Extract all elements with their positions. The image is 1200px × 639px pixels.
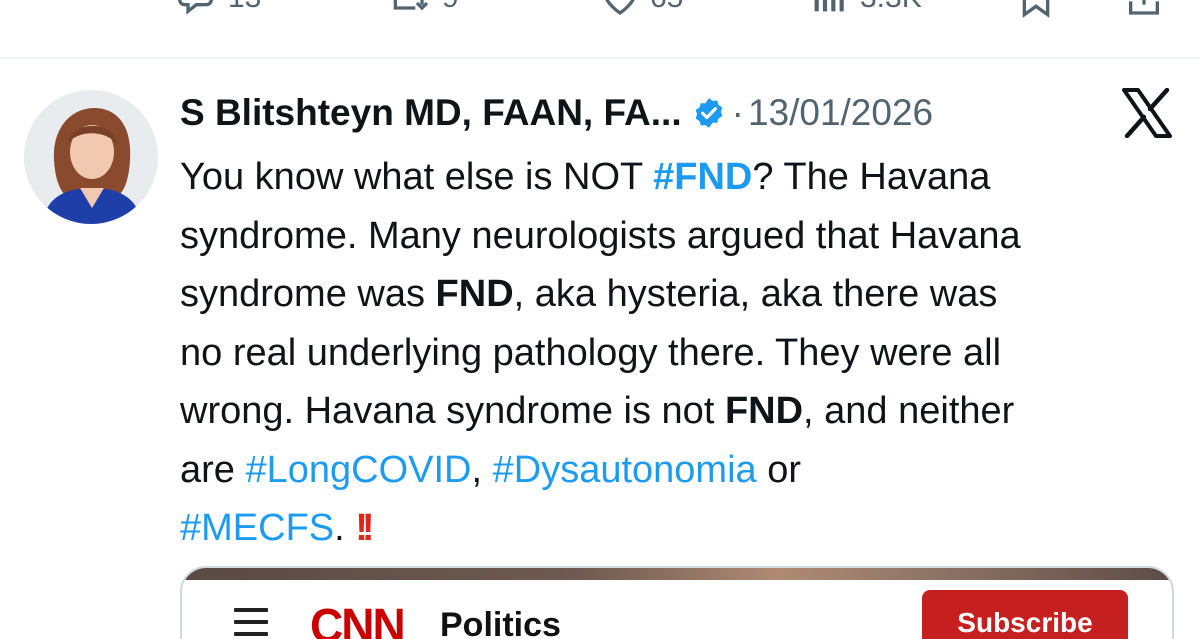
- tweet-header: S Blitshteyn MD, FAAN, FA... · 13/01/202…: [180, 88, 933, 138]
- cnn-logo: CNN: [310, 597, 406, 639]
- retweet-icon: [393, 0, 429, 11]
- bookmark-button[interactable]: [1016, 0, 1056, 18]
- avatar-portrait: [24, 90, 158, 224]
- like-button[interactable]: 65: [600, 0, 683, 18]
- author-name[interactable]: S Blitshteyn MD, FAAN, FA...: [180, 92, 682, 134]
- section-label: Politics: [440, 606, 561, 639]
- bold-text: FND: [724, 390, 804, 432]
- tweet-text-line: wrong. Havana syndrome is not FND, and n…: [180, 382, 1180, 441]
- reply-button[interactable]: 13: [178, 0, 261, 18]
- text-segment: .: [334, 507, 356, 549]
- reply-icon: [178, 0, 213, 15]
- hamburger-menu-icon[interactable]: [234, 608, 268, 636]
- double-exclamation-emoji: !!: [355, 507, 374, 549]
- retweet-button[interactable]: 9: [392, 0, 459, 18]
- verified-badge-icon: [695, 98, 722, 128]
- text-segment: , aka hysteria, aka there was: [513, 273, 998, 315]
- tweet-divider: [0, 57, 1200, 59]
- text-segment: or: [756, 448, 802, 491]
- hashtag-link[interactable]: #LongCOVID: [245, 449, 471, 491]
- views-button[interactable]: 3.3K: [810, 0, 922, 18]
- share-button[interactable]: [1124, 0, 1164, 18]
- author-avatar[interactable]: [24, 90, 158, 224]
- text-segment: ,: [471, 448, 493, 491]
- heart-icon: [605, 0, 635, 16]
- hashtag-link[interactable]: #MECFS: [180, 507, 334, 549]
- text-segment: , and neither: [803, 390, 1015, 432]
- hashtag-link[interactable]: #FND: [653, 156, 752, 198]
- text-segment: are: [180, 448, 246, 491]
- text-segment: syndrome was: [180, 273, 436, 315]
- tweet-text-line: are #LongCOVID, #Dysautonomia or: [180, 441, 1180, 500]
- views-chart-icon: [814, 0, 844, 12]
- text-segment: no real underlying pathology there. They…: [180, 331, 1002, 374]
- link-preview-card[interactable]: CNN Politics Subscribe: [180, 566, 1174, 639]
- card-photo: [182, 568, 1172, 580]
- tweet-text: You know what else is NOT #FND? The Hava…: [180, 148, 1180, 558]
- bold-text: FND: [435, 273, 514, 315]
- tweet-text-line: syndrome. Many neurologists argued that …: [180, 207, 1180, 266]
- tweet-text-line: no real underlying pathology there. They…: [180, 324, 1180, 383]
- hashtag-link[interactable]: #Dysautonomia: [493, 449, 757, 491]
- tweet-text-line: You know what else is NOT #FND? The Hava…: [180, 148, 1180, 207]
- reply-count: 13: [228, 0, 261, 15]
- text-segment: ? The Havana: [752, 156, 991, 198]
- header-separator: ·: [731, 92, 744, 133]
- tweet-text-line: syndrome was FND, aka hysteria, aka ther…: [180, 265, 1180, 324]
- tweet-date[interactable]: 13/01/2026: [748, 92, 933, 134]
- text-segment: syndrome. Many neurologists argued that …: [180, 214, 1021, 257]
- views-count: 3.3K: [860, 0, 922, 15]
- text-segment: You know what else is NOT: [180, 156, 654, 198]
- bookmark-icon: [1022, 0, 1050, 18]
- tweet-action-bar: 13 9 65 3.3K: [0, 0, 1200, 56]
- x-logo-icon: [1122, 88, 1172, 138]
- text-segment: wrong. Havana syndrome is not: [180, 390, 725, 432]
- share-icon: [1129, 0, 1159, 15]
- subscribe-button[interactable]: Subscribe: [922, 590, 1128, 639]
- retweet-count: 9: [442, 0, 459, 15]
- like-count: 65: [650, 0, 683, 15]
- tweet-text-line: #MECFS. !!: [180, 499, 1180, 558]
